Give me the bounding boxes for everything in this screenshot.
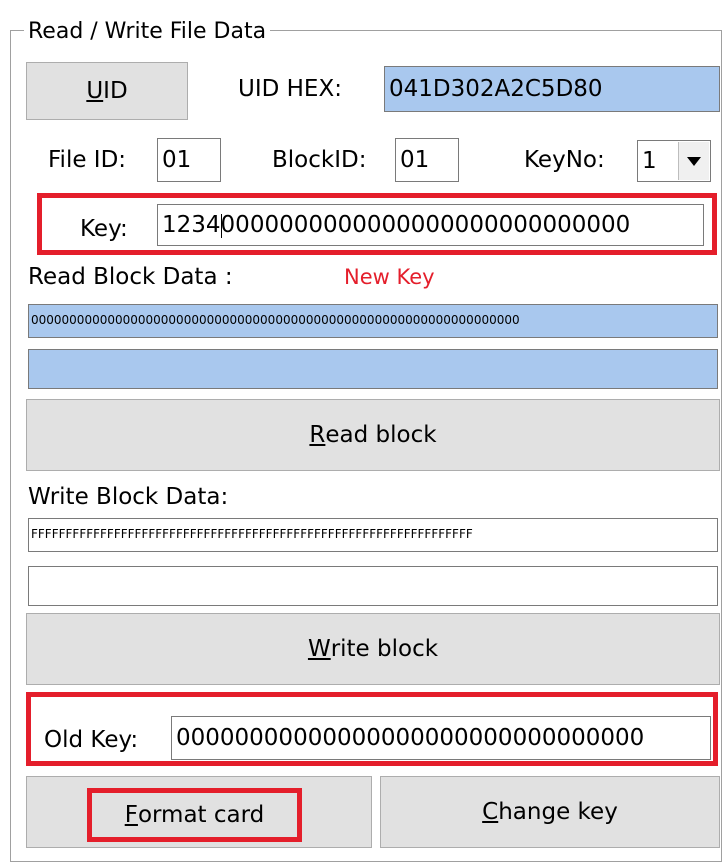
- read-block-button-label: ead block: [325, 422, 437, 448]
- write-block-button-label: rite block: [330, 636, 439, 662]
- old-key-label: Old Key:: [44, 727, 139, 753]
- write-block-data-label: Write Block Data:: [28, 484, 229, 510]
- write-block-button[interactable]: Write block: [26, 613, 720, 685]
- key-no-value: 1: [642, 148, 657, 174]
- uid-button-label: ID: [103, 78, 128, 104]
- change-key-label: hange key: [498, 799, 618, 825]
- format-card-label: ormat card: [137, 802, 265, 828]
- read-block-data-label: Read Block Data :: [28, 264, 233, 290]
- chevron-down-icon[interactable]: [678, 142, 709, 180]
- key-field[interactable]: 12340000000000000000000000000000: [157, 204, 704, 246]
- write-block-data-field[interactable]: FFFFFFFFFFFFFFFFFFFFFFFFFFFFFFFFFFFFFFFF…: [28, 518, 718, 552]
- block-id-field[interactable]: 01: [395, 138, 459, 182]
- key-value-after-caret: 0000000000000000000000000000: [220, 212, 631, 238]
- format-card-mnemonic: F: [124, 802, 138, 828]
- uid-button[interactable]: U ID: [26, 62, 188, 120]
- write-block-mnemonic: W: [307, 636, 331, 662]
- key-value-before-caret: 1234: [162, 212, 221, 238]
- key-no-combo[interactable]: 1: [637, 140, 711, 182]
- file-id-label: File ID:: [48, 147, 127, 173]
- read-block-button[interactable]: Read block: [26, 399, 720, 471]
- read-block-mnemonic: R: [309, 422, 326, 448]
- change-key-mnemonic: C: [482, 799, 499, 825]
- key-no-label: KeyNo:: [524, 147, 605, 173]
- change-key-button[interactable]: Change key: [380, 776, 720, 848]
- format-card-highlight[interactable]: Format card: [87, 788, 302, 842]
- group-title: Read / Write File Data: [24, 18, 271, 46]
- block-id-label: BlockID:: [272, 147, 367, 173]
- old-key-field[interactable]: 00000000000000000000000000000000: [171, 716, 711, 760]
- read-block-data-field-2[interactable]: [28, 349, 718, 389]
- uid-button-mnemonic: U: [86, 78, 104, 104]
- uid-hex-label: UID HEX:: [238, 76, 342, 102]
- write-block-data-field-2[interactable]: [28, 566, 718, 606]
- file-id-field[interactable]: 01: [157, 138, 221, 182]
- uid-hex-field[interactable]: 041D302A2C5D80: [384, 66, 720, 112]
- new-key-annotation: New Key: [344, 265, 435, 289]
- read-block-data-field[interactable]: 0000000000000000000000000000000000000000…: [28, 304, 718, 338]
- key-label: Key:: [80, 216, 128, 242]
